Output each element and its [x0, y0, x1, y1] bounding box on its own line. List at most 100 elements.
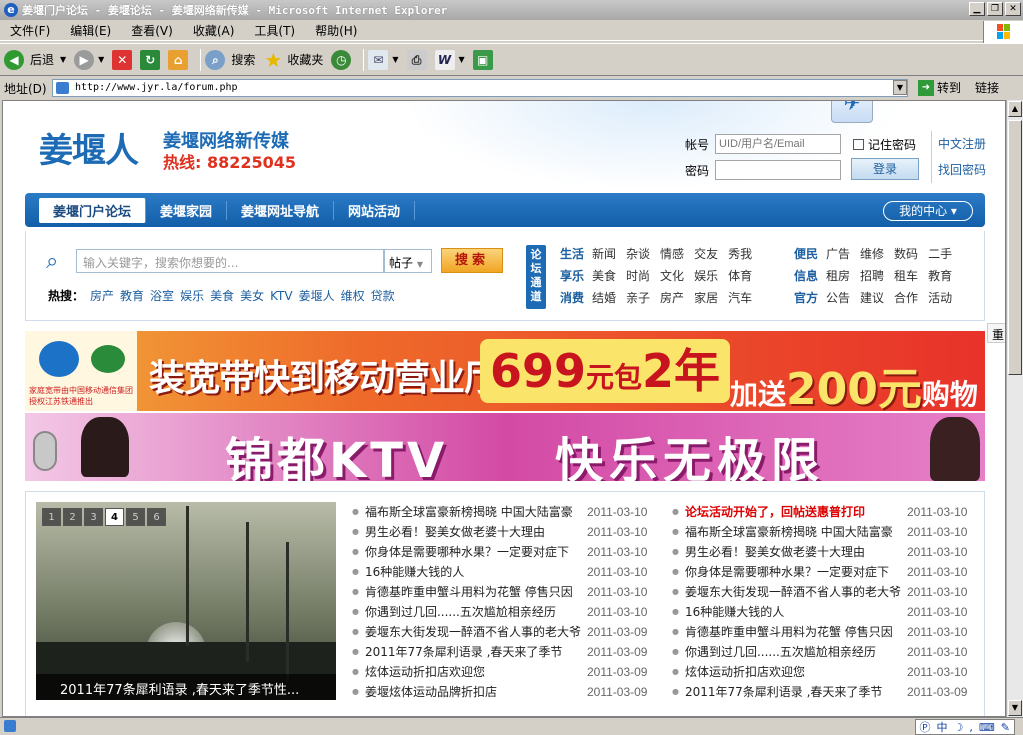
search-type-select[interactable]: 帖子 ▼	[384, 249, 432, 273]
news-item[interactable]: ● 姜堰东大街发现一醉酒不省人事的老大爷 2011-03-09	[352, 622, 647, 642]
news-item[interactable]: ● 姜堰东大街发现一醉酒不省人事的老大爷 2011-03-10	[672, 582, 967, 602]
maximize-button[interactable]: ❐	[987, 2, 1003, 16]
channel-link[interactable]: 时尚	[626, 269, 650, 283]
hot-search-link[interactable]: 维权	[341, 289, 365, 303]
vertical-scrollbar[interactable]: ▲ ▼	[1006, 100, 1023, 717]
password-field[interactable]	[715, 160, 841, 180]
my-center-dropdown[interactable]: 我的中心 ▾	[883, 201, 973, 221]
recover-password-link[interactable]: 找回密码	[938, 157, 986, 183]
tools-icon[interactable]: ✎	[1001, 721, 1010, 734]
home-button[interactable]: ⌂	[168, 47, 189, 73]
news-title[interactable]: 炫体运动折扣店欢迎您	[685, 662, 907, 682]
channel-link[interactable]: 体育	[728, 269, 752, 283]
menu-item[interactable]: 帮助(H)	[305, 22, 367, 39]
news-item[interactable]: ● 姜堰炫体运动品牌折扣店 2011-03-09	[352, 682, 647, 702]
news-title[interactable]: 你遇到过几回......五次尴尬相亲经历	[685, 642, 907, 662]
hot-search-link[interactable]: 娱乐	[180, 289, 204, 303]
forward-button[interactable]: ▶ ▼	[74, 47, 104, 73]
channel-link[interactable]: 美食	[592, 269, 616, 283]
channel-link[interactable]: 情感	[660, 247, 684, 261]
news-item[interactable]: ● 2011年77条犀利语录 ,春天来了季节 2011-03-09	[352, 642, 647, 662]
keyboard-icon[interactable]: ⌨	[979, 721, 995, 734]
news-item[interactable]: ● 16种能赚大钱的人 2011-03-10	[352, 562, 647, 582]
channel-link[interactable]: 汽车	[728, 291, 752, 305]
history-button[interactable]: ◷	[331, 47, 352, 73]
channel-link[interactable]: 建议	[860, 291, 884, 305]
news-title[interactable]: 2011年77条犀利语录 ,春天来了季节	[365, 642, 587, 662]
channel-link[interactable]: 教育	[928, 269, 952, 283]
chevron-down-icon[interactable]: ▼	[459, 55, 465, 64]
hot-search-link[interactable]: 姜堰人	[299, 289, 335, 303]
news-item[interactable]: ● 你身体是需要哪种水果？一定要对症下 2011-03-10	[352, 542, 647, 562]
news-title[interactable]: 你身体是需要哪种水果？一定要对症下	[685, 562, 907, 582]
channel-link[interactable]: 数码	[894, 247, 918, 261]
news-item[interactable]: ● 你遇到过几回......五次尴尬相亲经历 2011-03-10	[352, 602, 647, 622]
channel-link[interactable]: 招聘	[860, 269, 884, 283]
channel-head[interactable]: 享乐	[560, 269, 584, 283]
news-item[interactable]: ● 男生必看！娶美女做老婆十大理由 2011-03-10	[672, 542, 967, 562]
moon-icon[interactable]: ☽	[954, 721, 964, 734]
channel-link[interactable]: 合作	[894, 291, 918, 305]
slideshow-tab[interactable]: 5	[126, 508, 145, 526]
address-dropdown[interactable]: ▼	[893, 80, 907, 95]
hot-search-link[interactable]: 教育	[120, 289, 144, 303]
hot-search-link[interactable]: KTV	[270, 289, 292, 303]
register-link[interactable]: 中文注册	[938, 131, 986, 157]
menu-item[interactable]: 文件(F)	[0, 22, 60, 39]
search-button[interactable]: 搜索	[441, 248, 503, 273]
news-title[interactable]: 肯德基昨重申蟹斗用料为花蟹 停售只因	[365, 582, 587, 602]
channel-head[interactable]: 便民	[794, 247, 818, 261]
ime-mode[interactable]: 中	[937, 719, 948, 735]
news-title[interactable]: 16种能赚大钱的人	[365, 562, 587, 582]
channel-link[interactable]: 娱乐	[694, 269, 718, 283]
news-item[interactable]: ● 2011年77条犀利语录 ,春天来了季节 2011-03-09	[672, 682, 967, 702]
news-item[interactable]: ● 肯德基昨重申蟹斗用料为花蟹 停售只因 2011-03-10	[672, 622, 967, 642]
scroll-thumb[interactable]	[1008, 120, 1022, 375]
news-item[interactable]: ● 福布斯全球富豪新榜揭晓 中国大陆富豪 2011-03-10	[672, 522, 967, 542]
slideshow-tab[interactable]: 3	[84, 508, 103, 526]
news-title[interactable]: 男生必看！娶美女做老婆十大理由	[685, 542, 907, 562]
mail-button[interactable]: ✉ ▼	[368, 47, 399, 73]
ktv-ad-banner[interactable]: 锦都KTV 快乐无极限	[25, 413, 985, 481]
news-title[interactable]: 你遇到过几回......五次尴尬相亲经历	[365, 602, 587, 622]
channel-head[interactable]: 官方	[794, 291, 818, 305]
news-title[interactable]: 2011年77条犀利语录 ,春天来了季节	[685, 682, 907, 702]
slideshow[interactable]: 123456 2011年77条犀利语录 ,春天来了季节性...	[36, 502, 336, 700]
news-item[interactable]: ● 你身体是需要哪种水果？一定要对症下 2011-03-10	[672, 562, 967, 582]
messenger-button[interactable]: ▣	[472, 47, 493, 73]
channel-link[interactable]: 杂谈	[626, 247, 650, 261]
print-button[interactable]: ⎙	[406, 47, 427, 73]
back-button[interactable]: ◀ 后退 ▼	[4, 47, 66, 73]
channel-head[interactable]: 消费	[560, 291, 584, 305]
hot-search-link[interactable]: 房产	[90, 289, 114, 303]
channel-link[interactable]: 文化	[660, 269, 684, 283]
news-title[interactable]: 炫体运动折扣店欢迎您	[365, 662, 587, 682]
broadband-ad-banner[interactable]: 家庭宽带由中国移动通信集团授权江苏铁通推出 装宽带快到移动营业厅 699元包2年…	[25, 331, 985, 411]
news-title[interactable]: 姜堰东大街发现一醉酒不省人事的老大爷	[685, 582, 907, 602]
channel-head[interactable]: 生活	[560, 247, 584, 261]
punctuation-icon[interactable]: ,	[969, 721, 973, 734]
go-button[interactable]: ➜ 转到	[918, 79, 961, 96]
channel-link[interactable]: 交友	[694, 247, 718, 261]
news-title[interactable]: 姜堰炫体运动品牌折扣店	[365, 682, 587, 702]
close-button[interactable]: ✕	[1005, 2, 1021, 16]
ime-toolbar[interactable]: Ⓟ 中 ☽ , ⌨ ✎	[914, 719, 1015, 735]
hot-search-link[interactable]: 美女	[240, 289, 264, 303]
slideshow-caption[interactable]: 2011年77条犀利语录 ,春天来了季节性...	[36, 674, 336, 700]
channel-link[interactable]: 家居	[694, 291, 718, 305]
channel-head[interactable]: 信息	[794, 269, 818, 283]
news-title[interactable]: 姜堰东大街发现一醉酒不省人事的老大爷	[365, 622, 587, 642]
links-button[interactable]: 链接	[975, 79, 999, 96]
edit-button[interactable]: W ▼	[434, 47, 465, 73]
account-field[interactable]	[715, 134, 841, 154]
scroll-up-button[interactable]: ▲	[1008, 101, 1022, 117]
chevron-down-icon[interactable]: ▼	[98, 55, 104, 64]
refresh-button[interactable]: ↻	[140, 47, 161, 73]
chevron-down-icon[interactable]: ▼	[60, 55, 66, 64]
chevron-down-icon[interactable]: ▼	[392, 55, 398, 64]
hot-search-link[interactable]: 浴室	[150, 289, 174, 303]
news-title[interactable]: 福布斯全球富豪新榜揭晓 中国大陆富豪	[685, 522, 907, 542]
news-title[interactable]: 16种能赚大钱的人	[685, 602, 907, 622]
slideshow-tab[interactable]: 6	[147, 508, 166, 526]
channel-link[interactable]: 秀我	[728, 247, 752, 261]
